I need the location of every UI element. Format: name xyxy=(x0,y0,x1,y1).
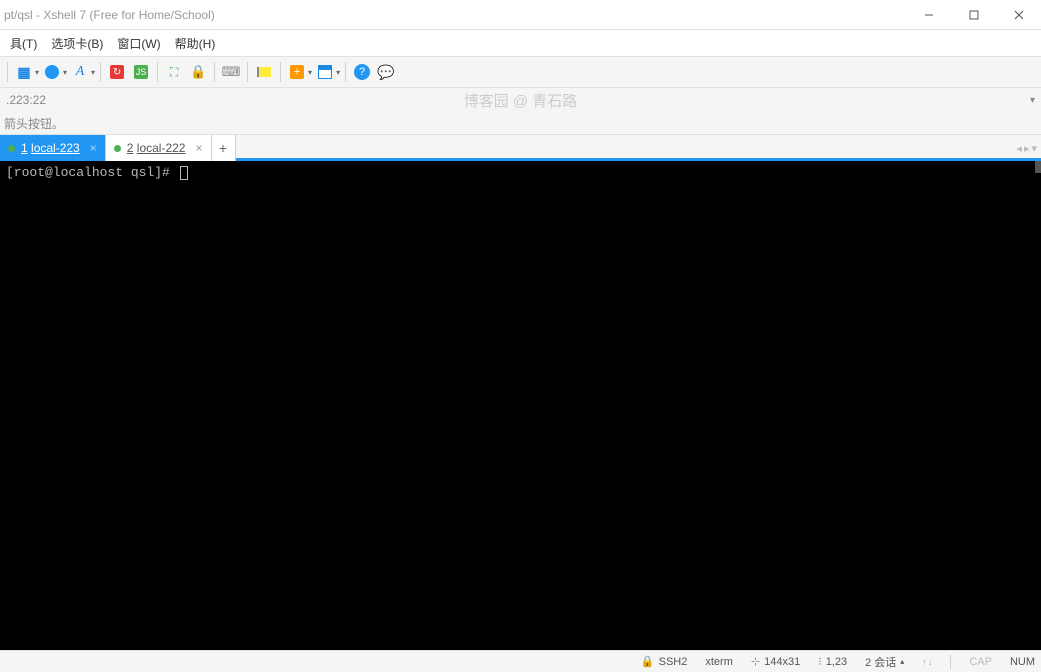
toolbar-separator xyxy=(214,62,215,82)
toolbar-separator xyxy=(7,62,8,82)
minimize-button[interactable] xyxy=(906,0,951,30)
maximize-button[interactable] xyxy=(951,0,996,30)
tab-close-icon[interactable]: × xyxy=(195,141,202,155)
menubar: 具(T) 选项卡(B) 窗口(W) 帮助(H) xyxy=(0,30,1041,56)
tab-nav: ◂ ▸ ▾ xyxy=(1016,135,1041,161)
tab-prev-icon[interactable]: ◂ xyxy=(1016,142,1022,155)
keyboard-button[interactable]: ⌨ xyxy=(220,61,242,83)
highlight-icon xyxy=(257,67,271,77)
refresh-icon: ↻ xyxy=(110,65,124,79)
status-position: ⁝1,23 xyxy=(818,655,847,668)
help-icon: ? xyxy=(354,64,370,80)
plus-icon: + xyxy=(290,65,304,79)
terminal-scrollbar[interactable] xyxy=(1035,161,1041,650)
globe-button[interactable] xyxy=(41,61,63,83)
tab-label: 1 local-223 xyxy=(21,141,80,155)
status-num: NUM xyxy=(1010,656,1035,668)
script-icon: JS xyxy=(134,65,148,79)
titlebar: pt/qsl - Xshell 7 (Free for Home/School) xyxy=(0,0,1041,30)
tab-label: 2 local-222 xyxy=(127,141,186,155)
new-tab-button[interactable]: + xyxy=(212,135,236,161)
status-term: xterm xyxy=(705,656,733,668)
window-controls xyxy=(906,0,1041,30)
menu-tabs[interactable]: 选项卡(B) xyxy=(45,32,109,55)
font-button[interactable]: A xyxy=(69,61,91,83)
window-title: pt/qsl - Xshell 7 (Free for Home/School) xyxy=(4,8,215,22)
arrow-up-icon[interactable]: ↑ xyxy=(922,657,927,667)
menu-help[interactable]: 帮助(H) xyxy=(169,32,222,55)
status-protocol: 🔒SSH2 xyxy=(641,655,687,668)
toolbar-separator xyxy=(247,62,248,82)
status-sessions[interactable]: 2 会话 ▴ xyxy=(865,654,904,670)
lock-icon: 🔒 xyxy=(641,655,655,668)
layout-button[interactable] xyxy=(314,61,336,83)
dropdown-icon[interactable]: ▾ xyxy=(63,68,67,77)
position-icon: ⁝ xyxy=(818,655,822,668)
dropdown-icon[interactable]: ▾ xyxy=(336,68,340,77)
table-icon xyxy=(318,65,332,79)
tabstrip: 1 local-223 × 2 local-222 × + ◂ ▸ ▾ xyxy=(0,134,1041,161)
watermark: 博客园 @ 青石路 xyxy=(464,90,578,111)
hintbar: 箭头按钮。 xyxy=(0,112,1041,134)
status-arrows: ↑ ↓ xyxy=(922,657,932,667)
dropdown-icon[interactable]: ▾ xyxy=(308,68,312,77)
address-dropdown[interactable]: ▾ xyxy=(1030,95,1035,106)
statusbar: 🔒SSH2 xterm ⊹144x31 ⁝1,23 2 会话 ▴ ↑ ↓ CAP… xyxy=(0,650,1041,672)
dropdown-icon[interactable]: ▾ xyxy=(91,68,95,77)
cursor-icon xyxy=(180,166,188,180)
status-size: ⊹144x31 xyxy=(751,655,800,668)
tab-local-223[interactable]: 1 local-223 × xyxy=(0,135,106,161)
ruler-icon: ⊹ xyxy=(751,655,760,668)
menu-window[interactable]: 窗口(W) xyxy=(111,32,166,55)
chat-button[interactable]: 💬 xyxy=(375,61,397,83)
tab-local-222[interactable]: 2 local-222 × xyxy=(106,135,212,161)
close-button[interactable] xyxy=(996,0,1041,30)
toolbar: ▦ ▾ ▾ A ▾ ↻ JS ⛶ 🔒 ⌨ + ▾ ▾ ? 💬 xyxy=(0,56,1041,88)
tab-list-icon[interactable]: ▾ xyxy=(1031,142,1037,155)
refresh-button[interactable]: ↻ xyxy=(106,61,128,83)
toolbar-separator xyxy=(345,62,346,82)
tab-next-icon[interactable]: ▸ xyxy=(1024,142,1030,155)
help-button[interactable]: ? xyxy=(351,61,373,83)
hint-text: 箭头按钮。 xyxy=(4,115,64,132)
dropdown-icon[interactable]: ▾ xyxy=(35,68,39,77)
keyboard-icon: ⌨ xyxy=(222,64,241,80)
toolbar-separator xyxy=(100,62,101,82)
toolbar-separator xyxy=(280,62,281,82)
toolbar-separator xyxy=(157,62,158,82)
terminal-prompt: [root@localhost qsl]# xyxy=(6,165,1035,180)
fullscreen-button[interactable]: ⛶ xyxy=(163,61,185,83)
status-separator xyxy=(950,655,951,669)
connection-indicator-icon xyxy=(8,145,15,152)
arrow-down-icon[interactable]: ↓ xyxy=(928,657,933,667)
new-session-button[interactable]: ▦ xyxy=(13,61,35,83)
lock-button[interactable]: 🔒 xyxy=(187,61,209,83)
scrollbar-thumb[interactable] xyxy=(1035,161,1041,173)
font-icon: A xyxy=(76,64,85,80)
highlight-button[interactable] xyxy=(253,61,275,83)
terminal[interactable]: [root@localhost qsl]# xyxy=(0,161,1041,650)
connection-indicator-icon xyxy=(114,145,121,152)
globe-icon xyxy=(45,65,59,79)
addressbar: .223:22 博客园 @ 青石路 ▾ xyxy=(0,88,1041,112)
script-button[interactable]: JS xyxy=(130,61,152,83)
menu-tools[interactable]: 具(T) xyxy=(4,32,43,55)
add-button[interactable]: + xyxy=(286,61,308,83)
lock-icon: 🔒 xyxy=(190,64,206,80)
status-cap: CAP xyxy=(969,656,992,668)
address-text[interactable]: .223:22 xyxy=(6,93,46,107)
tab-close-icon[interactable]: × xyxy=(90,141,97,155)
chat-icon: 💬 xyxy=(377,64,394,81)
expand-icon: ⛶ xyxy=(170,65,178,80)
